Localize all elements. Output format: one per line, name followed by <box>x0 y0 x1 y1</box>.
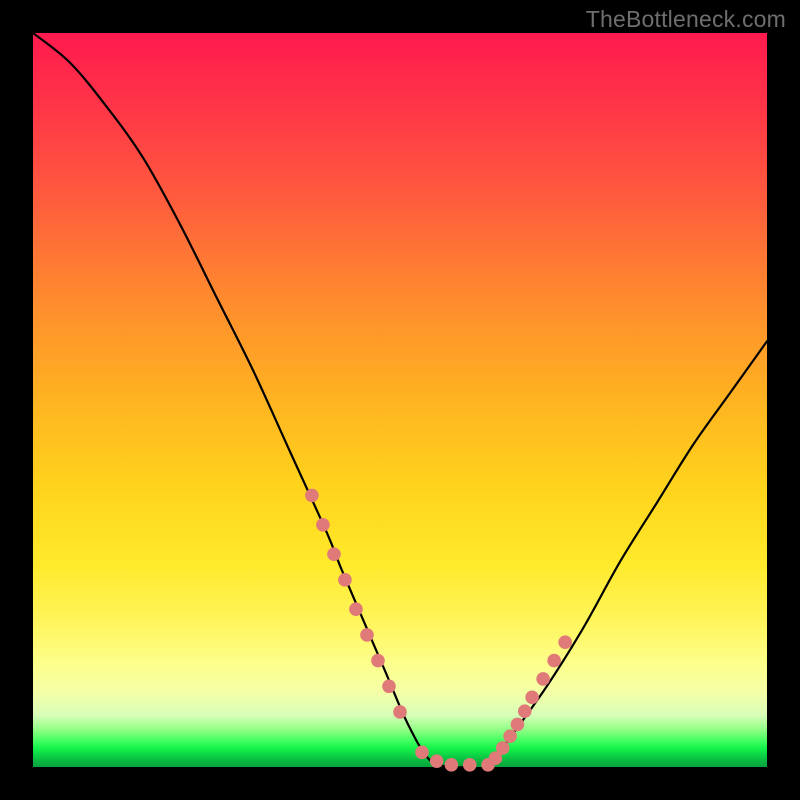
highlight-dot <box>558 635 572 649</box>
highlight-dots <box>305 489 572 772</box>
highlight-dot <box>430 754 444 768</box>
highlight-dot <box>316 518 330 532</box>
highlight-dot <box>327 547 341 561</box>
highlight-dot <box>511 718 525 732</box>
chart-frame: TheBottleneck.com <box>0 0 800 800</box>
highlight-dot <box>360 628 374 642</box>
plot-area <box>33 33 767 767</box>
highlight-dot <box>496 741 510 755</box>
highlight-dot <box>445 758 459 772</box>
highlight-dot <box>536 672 550 686</box>
highlight-dot <box>547 654 561 668</box>
highlight-dot <box>305 489 319 503</box>
highlight-dot <box>518 704 532 718</box>
highlight-dot <box>503 729 517 743</box>
highlight-dot <box>463 758 477 772</box>
bottleneck-curve <box>33 33 767 769</box>
highlight-dot <box>382 679 396 693</box>
highlight-dot <box>338 573 352 587</box>
watermark-text: TheBottleneck.com <box>586 6 786 33</box>
highlight-dot <box>349 602 363 616</box>
highlight-dot <box>393 705 407 719</box>
highlight-dot <box>371 654 385 668</box>
highlight-dot <box>415 746 429 760</box>
chart-svg <box>33 33 767 767</box>
highlight-dot <box>525 690 539 704</box>
